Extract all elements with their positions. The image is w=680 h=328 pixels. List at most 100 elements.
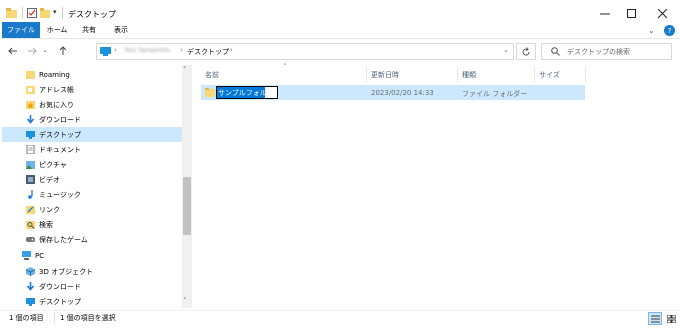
nav-item-pc[interactable]: PC xyxy=(2,248,182,263)
tab-file[interactable]: ファイル xyxy=(2,22,40,38)
search-icon xyxy=(551,47,560,56)
column-header-modified[interactable]: 更新日時 xyxy=(371,67,456,83)
nav-item-favorites[interactable]: お気に入り xyxy=(2,97,182,112)
nav-item-label: アドレス帳 xyxy=(39,85,74,94)
details-view-icon xyxy=(650,315,660,322)
scroll-down-icon[interactable]: ˅ xyxy=(183,297,187,305)
refresh-icon xyxy=(522,46,530,56)
nav-item-label: 保存したゲーム xyxy=(39,235,88,244)
address-dropdown-icon[interactable]: ⌄ xyxy=(503,46,509,54)
nav-item-label: ピクチャ xyxy=(39,160,67,169)
arrow-up-icon xyxy=(59,46,67,55)
status-selected-count: 1 個の項目を選択 xyxy=(60,314,116,322)
breadcrumb-separator: › xyxy=(180,46,183,54)
nav-item-label: リンク xyxy=(39,205,60,214)
column-header-type[interactable]: 種類 xyxy=(462,67,532,83)
nav-item-address-book[interactable]: アドレス帳 xyxy=(2,82,182,97)
minimize-icon xyxy=(600,13,610,15)
nav-item-label: ミュージック xyxy=(39,190,81,199)
new-folder-icon[interactable] xyxy=(40,8,50,18)
scroll-up-icon[interactable]: ˄ xyxy=(183,66,187,74)
nav-item-links[interactable]: リンク xyxy=(2,202,182,217)
nav-item-label: 検索 xyxy=(39,220,53,229)
column-header-name[interactable]: 名前 xyxy=(205,67,365,83)
large-icons-view-button[interactable] xyxy=(664,312,678,325)
nav-item-label: ビデオ xyxy=(39,175,60,184)
desktop-icon xyxy=(26,131,35,139)
details-view-button[interactable] xyxy=(648,312,662,325)
large-icons-view-icon xyxy=(666,314,676,323)
pictures-icon xyxy=(26,161,35,169)
games-icon xyxy=(26,237,35,242)
status-divider xyxy=(54,313,55,323)
properties-icon[interactable] xyxy=(27,8,37,18)
video-icon xyxy=(26,175,35,184)
back-button[interactable] xyxy=(6,44,20,58)
folder-icon xyxy=(26,71,35,79)
rename-selected-text[interactable]: サンプルフォルダ xyxy=(217,87,265,98)
desktop-icon xyxy=(100,47,111,56)
quick-access-dropdown-icon[interactable]: ▾ xyxy=(53,8,57,16)
star-icon xyxy=(26,101,35,109)
breadcrumb-user[interactable]: Taro Yamamoto xyxy=(124,47,170,54)
ribbon xyxy=(0,22,680,39)
pc-icon xyxy=(22,251,31,260)
column-divider[interactable] xyxy=(457,67,458,83)
column-header-size[interactable]: サイズ xyxy=(539,67,584,83)
search-icon xyxy=(26,221,35,229)
arrow-left-icon xyxy=(8,47,17,55)
nav-item-label: ドキュメント xyxy=(39,145,81,154)
column-divider[interactable] xyxy=(534,67,535,83)
nav-item-videos[interactable]: ビデオ xyxy=(2,172,182,187)
nav-item-downloads[interactable]: ダウンロード xyxy=(2,112,182,127)
nav-item-desktop-pc[interactable]: デスクトップ xyxy=(2,294,182,309)
tab-home[interactable]: ホーム xyxy=(43,22,71,38)
ribbon-expand-icon[interactable]: ⌄ xyxy=(648,26,655,35)
nav-item-label: 3D オブジェクト xyxy=(39,267,94,276)
breadcrumb-separator: › xyxy=(230,46,233,54)
arrow-right-icon xyxy=(28,47,37,55)
file-type: ファイル フォルダー xyxy=(462,90,528,98)
nav-item-searches[interactable]: 検索 xyxy=(2,217,182,232)
folder-icon xyxy=(205,88,215,97)
recent-locations-icon[interactable]: ⌄ xyxy=(42,46,48,54)
nav-item-label: Roaming xyxy=(39,70,70,79)
nav-item-music[interactable]: ミュージック xyxy=(2,187,182,202)
address-book-icon xyxy=(26,86,35,94)
up-button[interactable] xyxy=(56,44,70,58)
refresh-button[interactable] xyxy=(516,43,536,60)
desktop-icon xyxy=(26,298,35,306)
tab-share[interactable]: 共有 xyxy=(78,22,100,38)
breadcrumb-separator: › xyxy=(114,46,117,54)
nav-item-roaming[interactable]: Roaming xyxy=(2,67,182,82)
music-icon xyxy=(28,190,33,199)
nav-item-documents[interactable]: ドキュメント xyxy=(2,142,182,157)
file-modified: 2023/02/20 14:33 xyxy=(371,89,434,97)
nav-scrollbar-thumb[interactable] xyxy=(183,177,191,235)
nav-item-pictures[interactable]: ピクチャ xyxy=(2,157,182,172)
column-divider[interactable] xyxy=(366,67,367,83)
forward-button[interactable] xyxy=(25,44,39,58)
status-item-count: 1 個の項目 xyxy=(9,314,44,322)
nav-item-desktop[interactable]: デスクトップ xyxy=(2,127,182,142)
download-icon xyxy=(26,282,35,291)
nav-item-label: ダウンロード xyxy=(39,282,81,291)
3d-objects-icon xyxy=(26,267,35,276)
nav-item-saved-games[interactable]: 保存したゲーム xyxy=(2,232,182,247)
column-divider[interactable] xyxy=(585,67,586,83)
maximize-icon xyxy=(627,9,636,18)
help-icon[interactable]: ? xyxy=(664,25,675,36)
document-icon xyxy=(26,145,35,154)
nav-item-label: デスクトップ xyxy=(39,297,81,306)
nav-item-label: デスクトップ xyxy=(39,130,81,139)
breadcrumb-desktop[interactable]: デスクトップ xyxy=(187,47,229,57)
nav-item-label: お気に入り xyxy=(39,100,74,109)
nav-item-downloads-pc[interactable]: ダウンロード xyxy=(2,279,182,294)
download-icon xyxy=(26,115,35,124)
tab-view[interactable]: 表示 xyxy=(110,22,132,38)
folder-icon xyxy=(6,8,17,18)
link-icon xyxy=(26,206,35,214)
close-icon xyxy=(658,9,668,19)
nav-item-3d-objects[interactable]: 3D オブジェクト xyxy=(2,264,182,279)
search-placeholder: デスクトップの検索 xyxy=(567,48,630,56)
